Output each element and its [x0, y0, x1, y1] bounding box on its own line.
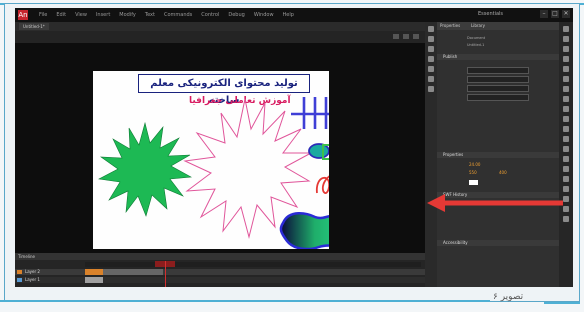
caption-underline [544, 302, 580, 304]
frame-bottom-line [0, 300, 490, 302]
figure-caption: تصویر ۶ [493, 292, 524, 302]
animate-window: An File Edit View Insert Modify Text Com… [15, 8, 573, 287]
callout-arrow [427, 194, 563, 212]
